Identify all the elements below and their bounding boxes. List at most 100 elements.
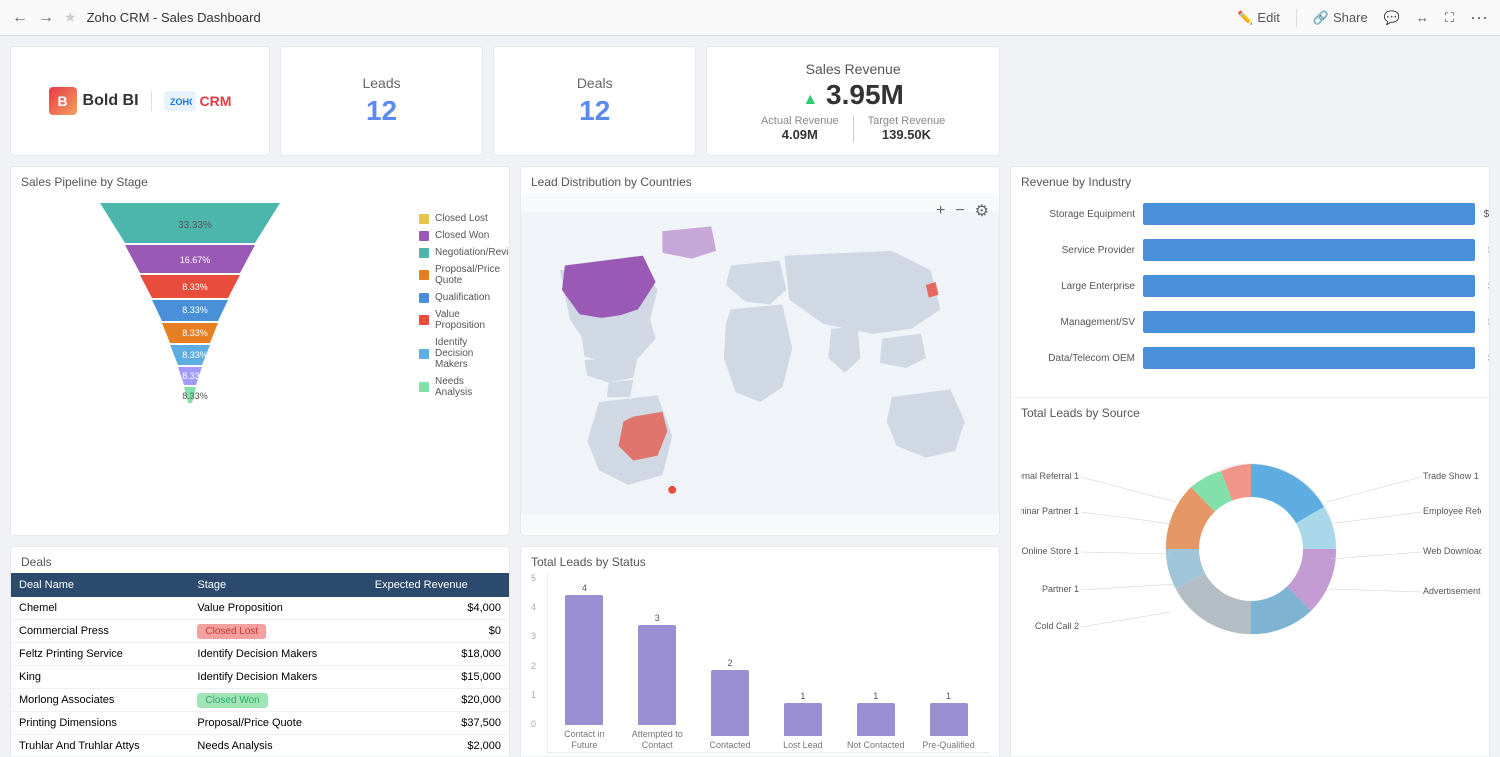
table-header: Expected Revenue xyxy=(367,573,509,597)
deals-metric: Deals 12 xyxy=(493,46,696,156)
deal-stage: Closed Won xyxy=(189,689,366,712)
revenue-bar-row: Storage Equipment $1.04M xyxy=(1025,203,1475,225)
status-bar xyxy=(930,703,968,736)
zoho-logo: ZOHO CRM xyxy=(151,91,232,111)
history-button[interactable]: ↔ xyxy=(1416,10,1429,25)
sales-revenue-label: Sales Revenue xyxy=(806,61,901,77)
bars-area: 4 Contact in Future 3 Attempted to Conta… xyxy=(547,573,989,753)
table-row[interactable]: Commercial Press Closed Lost $0 xyxy=(11,620,509,643)
bar-value: $1.04M xyxy=(1484,209,1490,220)
world-map-svg xyxy=(521,193,999,533)
share-icon: 🔗 xyxy=(1313,10,1329,26)
browser-bar: ← → ★ Zoho CRM - Sales Dashboard ✏️ Edit… xyxy=(0,0,1500,36)
y-axis-label: 5 xyxy=(531,573,547,583)
donut-container: External Referral 1 Seminar Partner 1 On… xyxy=(1011,424,1489,687)
table-header: Stage xyxy=(189,573,366,597)
table-row[interactable]: Morlong Associates Closed Won $20,000 xyxy=(11,689,509,712)
zoom-reset-button[interactable]: ⚙ xyxy=(975,201,989,221)
zoom-in-button[interactable]: + xyxy=(936,201,945,221)
edit-icon: ✏️ xyxy=(1237,10,1253,26)
bar-label: Large Enterprise xyxy=(1025,281,1135,292)
forward-button[interactable]: → xyxy=(38,9,54,27)
revenue-header-space xyxy=(1010,46,1490,156)
table-row[interactable]: Printing Dimensions Proposal/Price Quote… xyxy=(11,712,509,735)
deal-name: Truhlar And Truhlar Attys xyxy=(11,735,189,757)
boldbi-text: Bold BI xyxy=(83,92,139,110)
revenue-bar-row: Large Enterprise $650K xyxy=(1025,275,1475,297)
sales-pipeline-card: Sales Pipeline by Stage 33.33% 16.67% 8.… xyxy=(10,166,510,536)
svg-text:8.33%: 8.33% xyxy=(182,305,208,315)
table-row[interactable]: King Identify Decision Makers $15,000 xyxy=(11,666,509,689)
legend-dot xyxy=(419,231,429,241)
bar-value: $400K xyxy=(1488,317,1490,328)
svg-text:Trade Show 1: Trade Show 1 xyxy=(1423,471,1479,481)
bar-value: $400K xyxy=(1488,353,1490,364)
svg-text:8.33%: 8.33% xyxy=(182,282,208,292)
logo-card: B Bold BI ZOHO CRM xyxy=(10,46,270,156)
zoho-crm-text: CRM xyxy=(200,93,232,109)
bar-track: $1.04M xyxy=(1143,203,1475,225)
status-chart-wrapper: 0 1 2 3 4 5 4 Contact in Future 3 Attempted t… xyxy=(521,573,999,756)
deal-revenue: $18,000 xyxy=(367,643,509,666)
comment-button[interactable]: 💬 xyxy=(1384,10,1400,26)
bookmark-icon[interactable]: ★ xyxy=(64,9,77,26)
revenue-bar-chart: Storage Equipment $1.04M Service Provide… xyxy=(1011,193,1489,393)
bar-label: Contact in Future xyxy=(552,729,616,752)
y-axis-label: 0 xyxy=(531,719,547,729)
y-axis-label: 4 xyxy=(531,602,547,612)
table-row[interactable]: Chemel Value Proposition $4,000 xyxy=(11,597,509,620)
target-revenue: Target Revenue 139.50K xyxy=(854,115,960,142)
leads-metric: Leads 12 xyxy=(280,46,483,156)
bar-count: 3 xyxy=(655,613,660,623)
revenue-details: Actual Revenue 4.09M Target Revenue 139.… xyxy=(747,115,959,142)
status-bar-column: 3 Attempted to Contact xyxy=(625,613,690,752)
legend-dot xyxy=(419,248,429,258)
boldbi-icon: B xyxy=(49,87,77,115)
bar-label: Pre-Qualified xyxy=(917,740,981,752)
bar-count: 1 xyxy=(873,691,878,701)
leads-value: 12 xyxy=(366,95,397,127)
svg-text:8.33%: 8.33% xyxy=(182,350,208,360)
bar-count: 2 xyxy=(728,658,733,668)
table-header: Deal Name xyxy=(11,573,189,597)
svg-text:Web Download 1: Web Download 1 xyxy=(1423,546,1481,556)
revenue-industry-card: Revenue by Industry Storage Equipment $1… xyxy=(1010,166,1490,756)
deal-name: Morlong Associates xyxy=(11,689,189,712)
more-button[interactable]: ··· xyxy=(1470,7,1488,28)
fullscreen-button[interactable]: ⛶ xyxy=(1445,10,1454,26)
svg-text:ZOHO: ZOHO xyxy=(170,97,192,107)
divider xyxy=(1296,9,1297,27)
bar-track: $400K xyxy=(1143,347,1475,369)
legend-dot xyxy=(419,349,429,359)
leads-source-section: Total Leads by Source xyxy=(1011,397,1489,687)
table-row[interactable]: Truhlar And Truhlar Attys Needs Analysis… xyxy=(11,735,509,757)
svg-text:External Referral 1: External Referral 1 xyxy=(1021,471,1079,481)
legend-dot xyxy=(419,214,429,224)
deal-revenue: $20,000 xyxy=(367,689,509,712)
y-axis-label: 2 xyxy=(531,661,547,671)
bar-count: 4 xyxy=(582,583,587,593)
deals-title: Deals xyxy=(11,547,509,573)
edit-button[interactable]: ✏️ Edit xyxy=(1237,10,1280,26)
deal-revenue: $2,000 xyxy=(367,735,509,757)
share-button[interactable]: 🔗 Share xyxy=(1313,10,1368,26)
bar-label: Management/SV xyxy=(1025,317,1135,328)
legend-item: Needs Analysis xyxy=(419,376,499,398)
map-card: Lead Distribution by Countries + − ⚙ xyxy=(520,166,1000,536)
sales-pipeline-title: Sales Pipeline by Stage xyxy=(11,167,509,193)
deal-stage: Value Proposition xyxy=(189,597,366,620)
bar-value: $830K xyxy=(1488,245,1490,256)
table-row[interactable]: Feltz Printing Service Identify Decision… xyxy=(11,643,509,666)
zoom-out-button[interactable]: − xyxy=(955,201,964,221)
deals-table-wrapper[interactable]: Deal NameStageExpected Revenue Chemel Va… xyxy=(11,573,509,756)
status-bar-column: 2 Contacted xyxy=(698,658,763,752)
back-button[interactable]: ← xyxy=(12,9,28,27)
svg-text:Seminar Partner 1: Seminar Partner 1 xyxy=(1021,506,1079,516)
legend-item: Identify Decision Makers xyxy=(419,337,499,370)
bar-label: Data/Telecom OEM xyxy=(1025,353,1135,364)
svg-text:Online Store 1: Online Store 1 xyxy=(1021,546,1079,556)
revenue-bar-row: Service Provider $830K xyxy=(1025,239,1475,261)
svg-text:Advertisement 3: Advertisement 3 xyxy=(1423,586,1481,596)
actual-revenue: Actual Revenue 4.09M xyxy=(747,115,854,142)
legend-dot xyxy=(419,382,429,392)
